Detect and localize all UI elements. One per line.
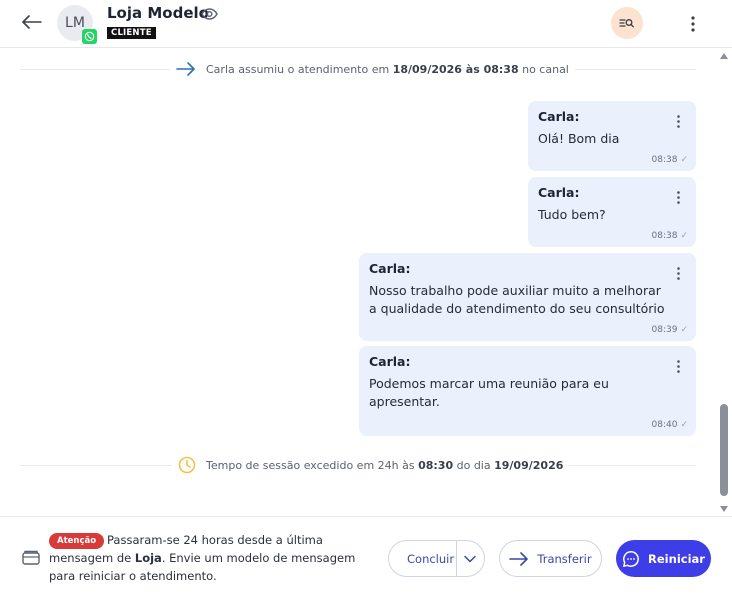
contact-name[interactable]: Loja Modelo [107, 4, 209, 22]
message-time: 08:39 [651, 325, 678, 335]
arrow-right-icon [176, 62, 196, 76]
message-bubble[interactable]: Carla: Olá! Bom dia 08:38 ✓ [528, 101, 696, 171]
event-assumed: Carla assumiu o atendimento em 18/09/202… [170, 61, 575, 77]
event-timeout-prefix: Tempo de sessão excedido em 24h às [206, 458, 415, 472]
event-assumed-prefix: Carla assumiu o atendimento em [206, 62, 390, 76]
concluir-button-group: Concluir [388, 540, 485, 577]
scroll-up-arrow-icon[interactable] [720, 53, 728, 59]
message-bubble[interactable]: Carla: Podemos marcar uma reunião para e… [359, 346, 696, 436]
reiniciar-label: Reiniciar [648, 551, 705, 566]
check-icon: ✓ [680, 325, 688, 335]
message-text: Olá! Bom dia [538, 131, 620, 146]
messages-area[interactable]: Carla assumiu o atendimento em 18/09/202… [0, 49, 716, 516]
check-icon: ✓ [680, 155, 688, 165]
template-card-icon [22, 549, 40, 569]
eye-icon[interactable] [201, 6, 218, 25]
check-icon: ✓ [680, 231, 688, 241]
message-time: 08:38 [651, 231, 678, 241]
check-icon: ✓ [680, 420, 688, 430]
message-sender: Carla: [538, 109, 580, 124]
attention-badge: Atenção [49, 533, 105, 549]
whatsapp-icon [82, 29, 97, 44]
chat-footer: Passaram-se 24 horas desde a última mens… [0, 516, 732, 599]
warning-contact: Loja [134, 551, 162, 565]
message-bubble[interactable]: Carla: Nosso trabalho pode auxiliar muit… [359, 253, 696, 341]
message-sender: Carla: [369, 261, 411, 276]
scrollbar[interactable] [716, 49, 732, 516]
message-time: 08:38 [651, 155, 678, 165]
chat-header: LM Loja Modelo CLIENTE [0, 0, 732, 48]
transferir-label: Transferir [537, 551, 592, 566]
message-time: 08:40 [651, 420, 678, 430]
reiniciar-button[interactable]: Reiniciar [616, 540, 711, 577]
message-meta: 08:39 ✓ [652, 325, 688, 335]
event-timeout: Tempo de sessão excedido em 24h às 08:30… [172, 456, 570, 474]
message-sender: Carla: [538, 185, 580, 200]
message-bubble[interactable]: Carla: Tudo bem? 08:38 ✓ [528, 177, 696, 247]
search-list-icon [619, 19, 634, 28]
message-menu-icon[interactable] [677, 358, 680, 377]
more-options-icon[interactable] [684, 12, 702, 36]
role-tag: CLIENTE [107, 27, 156, 39]
concluir-button[interactable]: Concluir [389, 552, 456, 566]
message-menu-icon[interactable] [677, 189, 680, 208]
chat-bubble-icon [622, 550, 640, 568]
avatar-initials: LM [65, 15, 85, 31]
event-assumed-datetime: 18/09/2026 às 08:38 [392, 62, 519, 76]
back-arrow-icon[interactable] [18, 10, 46, 34]
message-meta: 08:38 ✓ [652, 231, 688, 241]
event-timeout-date: 19/09/2026 [494, 458, 564, 472]
event-timeout-time: 08:30 [418, 458, 454, 472]
message-menu-icon[interactable] [677, 265, 680, 284]
message-meta: 08:38 ✓ [652, 155, 688, 165]
message-meta: 08:40 ✓ [652, 420, 688, 430]
search-messages-button[interactable] [611, 7, 643, 39]
scroll-down-arrow-icon[interactable] [720, 506, 728, 512]
event-assumed-suffix: no canal [522, 62, 569, 76]
message-text: Nosso trabalho pode auxiliar muito a mel… [369, 283, 665, 316]
chat-window: LM Loja Modelo CLIENTE Carla assumiu o a… [0, 0, 732, 599]
scrollbar-thumb[interactable] [720, 404, 728, 496]
clock-icon [178, 456, 196, 474]
chevron-down-icon[interactable] [457, 555, 484, 563]
event-timeout-middle: do dia [456, 458, 491, 472]
message-text: Podemos marcar uma reunião para eu apres… [369, 376, 609, 409]
transferir-button[interactable]: Transferir [499, 540, 602, 577]
message-sender: Carla: [369, 354, 411, 369]
message-text: Tudo bem? [538, 207, 606, 222]
message-menu-icon[interactable] [677, 113, 680, 132]
arrow-right-icon [509, 551, 529, 566]
